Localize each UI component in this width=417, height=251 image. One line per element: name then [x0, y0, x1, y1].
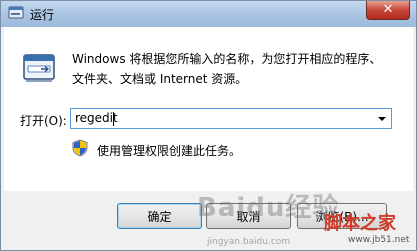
run-dialog: 运行 ✕ Windows 将根据您所输入的名称，为您打开相应的程序、 文件夹、文… — [0, 0, 417, 251]
chevron-down-icon[interactable] — [374, 109, 390, 128]
watermark-url: www.jb51.net — [348, 235, 410, 245]
text-cursor — [113, 112, 114, 126]
open-input[interactable]: regedit — [75, 111, 118, 125]
dialog-body: Windows 将根据您所输入的名称，为您打开相应的程序、 文件夹、文档或 In… — [4, 27, 413, 191]
ok-button[interactable]: 确定 — [117, 203, 202, 229]
close-button[interactable]: ✕ — [366, 1, 410, 20]
watermark-baidu-url: jingyan.baidu.com — [207, 237, 291, 247]
uac-shield-icon — [72, 139, 88, 157]
window-title: 运行 — [30, 8, 55, 22]
close-icon: ✕ — [382, 2, 394, 17]
instruction-line-2: 文件夹、文档或 Internet 资源。 — [72, 72, 248, 86]
watermark-baidu: Baidu经验 — [197, 193, 340, 223]
run-program-icon — [23, 54, 55, 82]
watermark-brand: 脚本之家 — [324, 213, 396, 234]
open-label: 打开(O): — [20, 114, 67, 128]
instruction-text: Windows 将根据您所输入的名称，为您打开相应的程序、 文件夹、文档或 In… — [72, 49, 402, 89]
title-bar[interactable]: 运行 ✕ — [1, 1, 416, 27]
open-combobox[interactable]: regedit — [70, 108, 392, 129]
instruction-line-1: Windows 将根据您所输入的名称，为您打开相应的程序、 — [72, 52, 382, 66]
admin-privilege-note: 使用管理权限创建此任务。 — [97, 144, 242, 158]
run-app-icon — [8, 6, 24, 19]
